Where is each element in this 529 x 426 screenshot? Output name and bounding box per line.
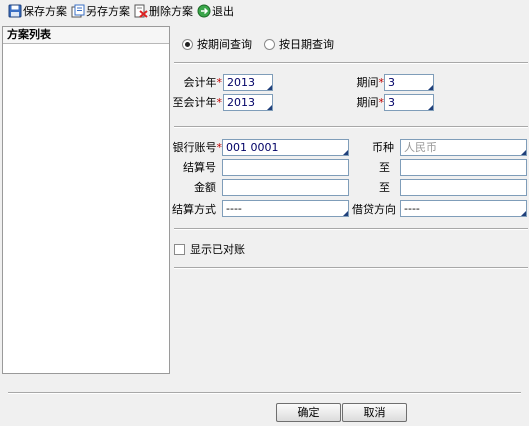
divider xyxy=(174,126,528,128)
radio-by-period-label: 按期间查询 xyxy=(197,38,252,51)
to-period-label: 期间* xyxy=(356,96,385,109)
delete-icon xyxy=(134,4,148,18)
debit-credit-label: 借贷方向 xyxy=(352,203,396,216)
delete-scheme-button[interactable]: 删除方案 xyxy=(134,2,193,20)
checkbox-box[interactable] xyxy=(174,243,185,255)
footer-divider xyxy=(8,392,521,394)
show-reconciled-label: 显示已对账 xyxy=(190,243,245,256)
settlement-method-select[interactable]: ---- xyxy=(222,200,349,217)
settlement-method-label: 结算方式 xyxy=(172,203,216,216)
save-scheme-label: 保存方案 xyxy=(23,5,67,18)
bank-account-label: 银行账号* xyxy=(172,141,223,154)
scheme-list-panel[interactable]: 方案列表 xyxy=(2,26,170,374)
cancel-button[interactable]: 取消 xyxy=(342,403,407,422)
to-year-field[interactable]: 2013 xyxy=(223,94,273,111)
to-period-field[interactable]: 3 xyxy=(384,94,434,111)
from-period-field[interactable]: 3 xyxy=(384,74,434,91)
settlement-no-from-field[interactable] xyxy=(222,159,349,176)
currency-label: 币种 xyxy=(372,141,394,154)
debit-credit-select[interactable]: ---- xyxy=(400,200,527,217)
divider xyxy=(174,62,528,64)
save-as-scheme-button[interactable]: 另存方案 xyxy=(71,2,130,20)
divider xyxy=(174,228,528,230)
exit-label: 退出 xyxy=(212,5,234,18)
to-year-label: 至会计年* xyxy=(172,96,223,109)
currency-field[interactable]: 人民币 xyxy=(400,139,527,156)
amount-from-field[interactable] xyxy=(222,179,349,196)
exit-button[interactable]: 退出 xyxy=(197,2,234,20)
amount-label: 金额 xyxy=(194,181,216,194)
radio-by-period[interactable]: 按期间查询 xyxy=(182,36,252,52)
from-period-label: 期间* xyxy=(356,76,385,89)
radio-dot[interactable] xyxy=(264,38,275,50)
bank-account-field[interactable]: 001 0001 xyxy=(222,139,349,156)
amount-to-field[interactable] xyxy=(400,179,527,196)
from-year-label: 会计年* xyxy=(183,76,223,89)
toolbar: 保存方案 另存方案 删除方案 退出 xyxy=(0,0,529,22)
ok-button[interactable]: 确定 xyxy=(276,403,341,422)
settlement-no-to-label: 至 xyxy=(379,161,390,174)
save-as-scheme-label: 另存方案 xyxy=(86,5,130,18)
amount-to-label: 至 xyxy=(379,181,390,194)
radio-dot-selected[interactable] xyxy=(182,38,193,50)
delete-scheme-label: 删除方案 xyxy=(149,5,193,18)
show-reconciled-checkbox[interactable]: 显示已对账 xyxy=(174,241,245,257)
scheme-list-title: 方案列表 xyxy=(3,27,169,44)
floppy-disk-icon xyxy=(8,4,22,18)
radio-by-date-label: 按日期查询 xyxy=(279,38,334,51)
radio-by-date[interactable]: 按日期查询 xyxy=(264,36,334,52)
settlement-no-to-field[interactable] xyxy=(400,159,527,176)
settlement-no-label: 结算号 xyxy=(183,161,216,174)
save-as-icon xyxy=(71,4,85,18)
query-mode-group: 按期间查询 按日期查询 xyxy=(182,36,346,52)
from-year-field[interactable]: 2013 xyxy=(223,74,273,91)
exit-icon xyxy=(197,4,211,18)
divider xyxy=(174,267,528,269)
save-scheme-button[interactable]: 保存方案 xyxy=(8,2,67,20)
